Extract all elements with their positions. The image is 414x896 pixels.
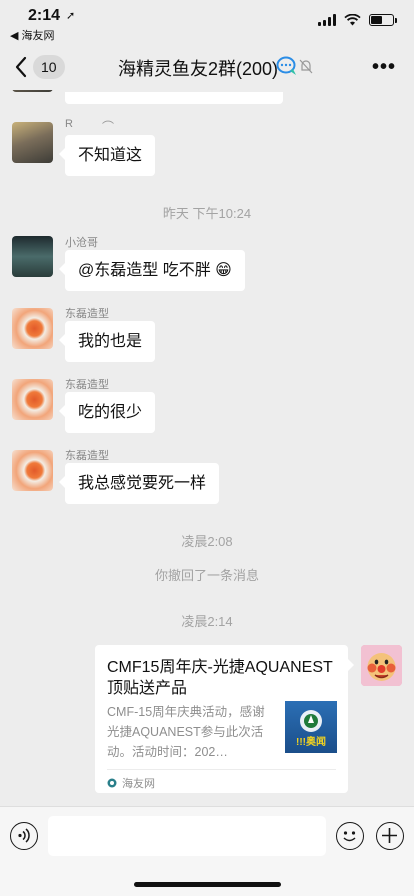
status-time: 2:14 <box>28 7 61 24</box>
anpanman-avatar-icon <box>361 645 402 686</box>
message-text: 我总感觉要死一样 <box>78 475 207 492</box>
message-bubble[interactable]: @东磊造型 吃不胖 😁 <box>59 250 245 291</box>
decorative-mark: ⌒ <box>102 120 115 134</box>
message-input[interactable] <box>48 816 326 856</box>
back-chevron-icon[interactable] <box>12 54 32 80</box>
sender-name: 东磊造型 <box>65 308 109 320</box>
message-text: @东磊造型 吃不胖 <box>78 262 211 279</box>
card-thumbnail-text: !!!奥闻 <box>296 737 326 748</box>
emoji-button[interactable] <box>336 822 364 850</box>
timestamp-divider: 昨天 下午10:24 <box>162 206 252 221</box>
status-bar: 2:14 ➚ ◀ 海友网 <box>0 0 414 42</box>
card-source-label: 海友网 <box>122 778 155 790</box>
battery-icon <box>369 14 397 26</box>
signal-icon <box>318 14 336 26</box>
card-source: 海友网 <box>107 775 155 791</box>
message-bubble[interactable]: 我的也是 <box>58 321 156 362</box>
message-text: 我的也是 <box>78 333 143 350</box>
recall-notice: 你撤回了一条消息 <box>154 568 259 583</box>
plus-icon <box>382 828 397 843</box>
message-text: 不知道这 <box>78 147 143 164</box>
more-options-icon[interactable]: ••• <box>372 56 396 79</box>
source-logo-icon <box>107 778 117 788</box>
voice-icon <box>18 828 30 843</box>
avatar[interactable] <box>12 308 53 349</box>
card-thumbnail: !!!奥闻 <box>285 701 337 753</box>
unread-count-badge[interactable]: 10 <box>33 55 65 79</box>
avatar[interactable] <box>12 236 53 277</box>
back-to-app-link[interactable]: ◀ 海友网 <box>10 27 55 43</box>
avatar[interactable] <box>12 450 53 491</box>
message-text: 吃的很少 <box>78 404 143 421</box>
my-avatar[interactable] <box>361 645 402 686</box>
card-description: CMF-15周年庆典活动，感谢光捷AQUANEST参与此次活动。活动时间：202… <box>107 705 265 759</box>
chat-header: 10 海精灵鱼友2群(200) ••• <box>0 42 414 92</box>
location-arrow-icon: ➚ <box>66 10 76 22</box>
link-card[interactable]: CMF15周年庆-光捷AQUANEST顶贴送产品 CMF-15周年庆典活动，感谢… <box>95 645 354 793</box>
message-bubble[interactable]: 吃的很少 <box>58 392 156 433</box>
more-actions-button[interactable] <box>376 822 404 850</box>
avatar[interactable] <box>12 379 53 420</box>
timestamp-divider: 凌晨2:08 <box>181 534 233 549</box>
avatar[interactable] <box>12 122 53 163</box>
chat-title: 海精灵鱼友2群(200) <box>118 59 279 79</box>
card-title: CMF15周年庆-光捷AQUANEST顶贴送产品 <box>107 659 333 697</box>
card-divider <box>107 769 336 770</box>
message-bubble[interactable]: 我总感觉要死一样 <box>58 463 220 504</box>
sender-name: 小沧哥 <box>65 237 98 249</box>
message-bubble[interactable]: 不知道这 <box>58 135 156 176</box>
voice-input-button[interactable] <box>10 822 38 850</box>
grin-emoji-icon: 😁 <box>215 262 232 279</box>
sender-name: R <box>65 118 73 130</box>
timestamp-divider: 凌晨2:14 <box>181 614 233 629</box>
mute-bell-icon <box>299 59 313 74</box>
sender-name: 东磊造型 <box>65 450 109 462</box>
group-chat-icon <box>276 56 296 75</box>
wifi-icon <box>344 14 361 26</box>
sender-name: 东磊造型 <box>65 379 109 391</box>
smiley-icon <box>343 831 356 842</box>
home-indicator <box>134 882 281 887</box>
